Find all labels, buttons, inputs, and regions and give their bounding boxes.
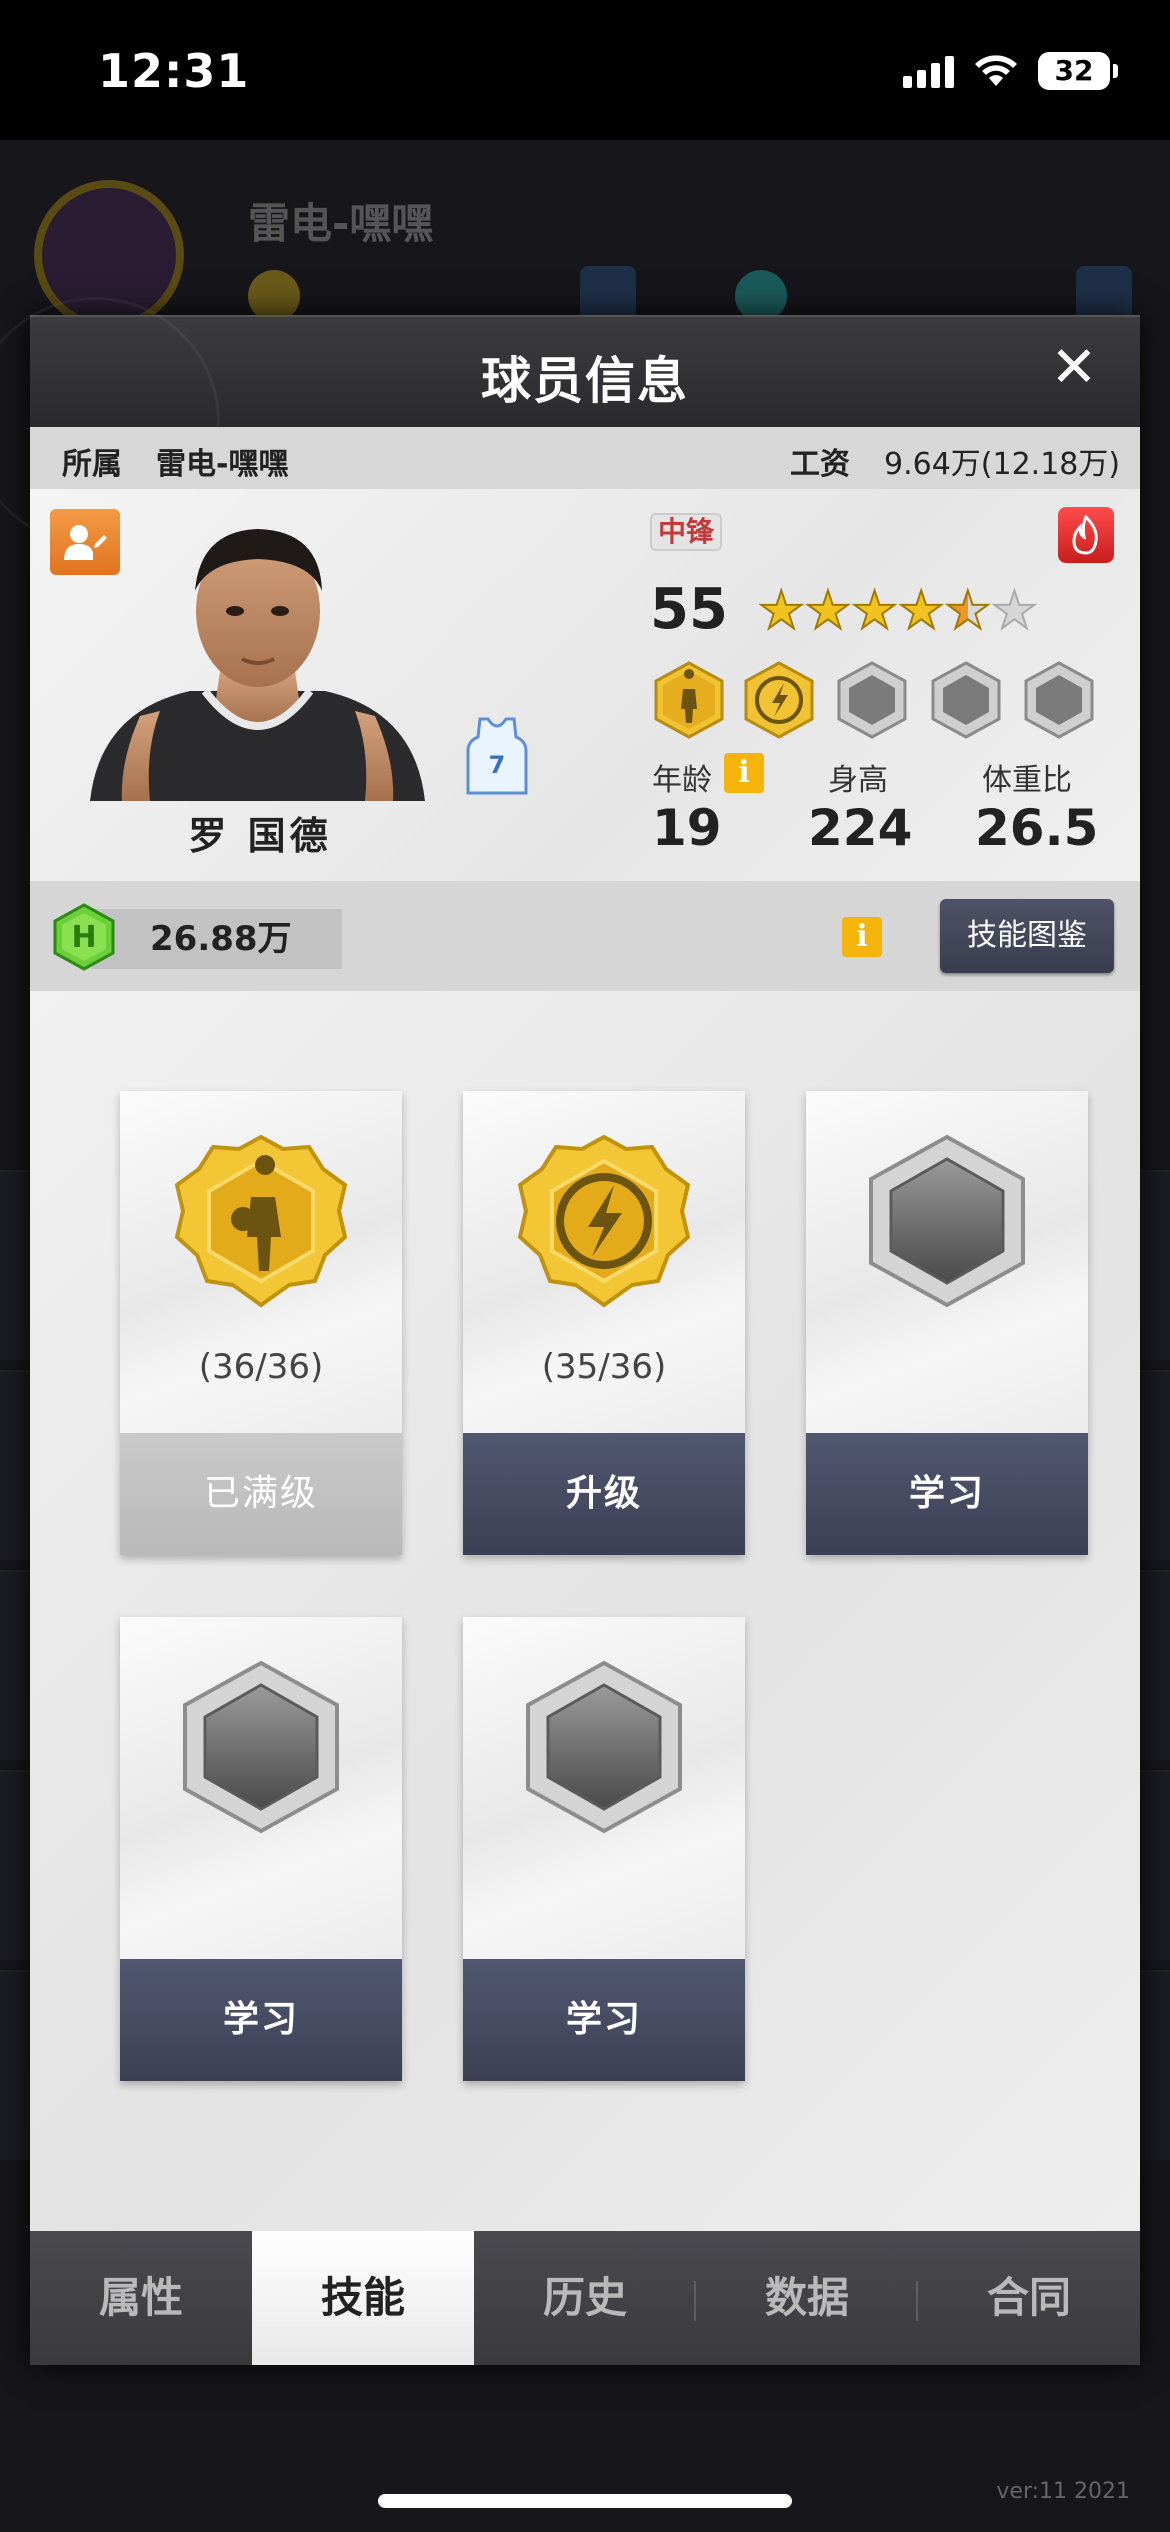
position-badge: 中锋 [650, 513, 722, 551]
tab-data[interactable]: 数据 [696, 2231, 918, 2365]
player-profile: 罗 国德 7 中锋 55 ★ ★ ★ ★ ★ ★ 年龄 i 身高 体重比 19 … [30, 489, 1140, 881]
star-rating: ★ ★ ★ ★ ★ ★ [757, 581, 1039, 641]
fire-button[interactable] [1058, 507, 1114, 563]
height-label: 身高 [828, 763, 888, 798]
maxed-button[interactable]: 已满级 [120, 1433, 402, 1555]
modal-header: 球员信息 ✕ [0, 297, 1140, 547]
home-indicator[interactable] [378, 2494, 792, 2508]
coin-amount: 26.88万 [92, 909, 342, 969]
h-coin-icon: H [53, 903, 115, 971]
skills-grid: (36/36) 已满级 (35/36) 升级 学习 学习 学习 [30, 991, 1140, 2231]
fire-icon [1072, 515, 1098, 555]
salary-value: 9.64万(12.18万) [884, 447, 1121, 482]
weight-ratio-label: 体重比 [982, 763, 1072, 798]
empty-skill-mini-icon [931, 661, 1001, 739]
player-portrait [90, 529, 425, 801]
learn-button[interactable]: 学习 [463, 1959, 745, 2081]
age-value: 19 [652, 799, 722, 857]
skill-card[interactable]: 学习 [806, 1091, 1088, 1555]
coin-info-icon[interactable]: i [842, 917, 882, 957]
empty-skill-slot-icon [869, 1134, 1025, 1308]
lightning-skill-icon [517, 1134, 691, 1308]
star-icon: ★ [757, 581, 806, 641]
status-bar: 12:31 32 [0, 0, 1170, 140]
tab-history[interactable]: 历史 [474, 2231, 696, 2365]
star-icon: ★ [897, 581, 946, 641]
wifi-icon [975, 55, 1017, 86]
plus-icon [580, 266, 636, 322]
skill-book-button[interactable]: 技能图鉴 [940, 899, 1114, 973]
tab-label: 数据 [764, 2273, 849, 2322]
player-name: 罗 国德 [188, 814, 332, 858]
battery-icon: 32 [1038, 52, 1118, 90]
tab-bar: 属性 技能 历史 数据 合同 [30, 2231, 1140, 2365]
skill-card[interactable]: 学习 [463, 1617, 745, 2081]
skill-card[interactable]: (35/36) 升级 [463, 1091, 745, 1555]
player-info-modal: 球员信息 ✕ 所属 雷电-嘿嘿 工资 9.64万(12.18万) 罗 国德 7 … [0, 297, 1140, 2365]
plus-icon [1076, 266, 1132, 322]
half-star-icon: ★ [944, 581, 993, 641]
weight-ratio-value: 26.5 [975, 799, 1099, 857]
silhouette-skill-icon [174, 1134, 348, 1308]
version-label: ver:11 2021 [996, 2479, 1130, 2504]
tab-label: 属性 [98, 2273, 183, 2322]
salary-label: 工资 [790, 447, 850, 482]
empty-skill-mini-icon [837, 661, 907, 739]
cellular-signal-icon [903, 54, 954, 88]
empty-star-icon: ★ [990, 581, 1039, 641]
coin-row: 26.88万 H i 技能图鉴 [30, 881, 1140, 991]
team-value: 雷电-嘿嘿 [156, 447, 289, 482]
jersey-icon: 7 [466, 717, 528, 795]
screen: { "status_bar": {"time": "12:31", "batte… [0, 0, 1170, 2532]
skill-card[interactable]: (36/36) 已满级 [120, 1091, 402, 1555]
close-icon[interactable]: ✕ [1050, 340, 1098, 396]
skill-card[interactable]: 学习 [120, 1617, 402, 2081]
empty-skill-slot-icon [526, 1660, 682, 1834]
team-label: 所属 [62, 447, 122, 482]
status-icons: 32 [903, 52, 1118, 90]
height-value: 224 [808, 799, 913, 857]
tab-label: 技能 [320, 2273, 405, 2322]
tab-label: 历史 [542, 2273, 627, 2322]
star-icon: ★ [804, 581, 853, 641]
player-rating: 55 [650, 577, 728, 642]
tab-skills[interactable]: 技能 [252, 2231, 474, 2365]
learn-button[interactable]: 学习 [120, 1959, 402, 2081]
jersey-number: 7 [489, 751, 506, 779]
status-time: 12:31 [98, 44, 250, 98]
empty-skill-slot-icon [183, 1660, 339, 1834]
age-info-icon[interactable]: i [724, 753, 764, 793]
age-label: 年龄 [652, 763, 712, 798]
team-salary-row: 所属 雷电-嘿嘿 工资 9.64万(12.18万) [30, 427, 1140, 489]
silhouette-skill-mini-icon [654, 661, 724, 739]
lightning-skill-mini-icon [744, 661, 814, 739]
learn-button[interactable]: 学习 [806, 1433, 1088, 1555]
tab-label: 合同 [986, 2273, 1071, 2322]
modal-title: 球员信息 [481, 352, 689, 410]
tab-contract[interactable]: 合同 [918, 2231, 1140, 2365]
svg-text:H: H [71, 920, 96, 955]
star-icon: ★ [850, 581, 899, 641]
tab-attributes[interactable]: 属性 [30, 2231, 252, 2365]
background-title: 雷电-嘿嘿 [248, 199, 434, 248]
upgrade-button[interactable]: 升级 [463, 1433, 745, 1555]
empty-skill-mini-icon [1024, 661, 1094, 739]
skill-progress: (36/36) [198, 1347, 324, 1387]
skill-progress: (35/36) [541, 1347, 667, 1387]
